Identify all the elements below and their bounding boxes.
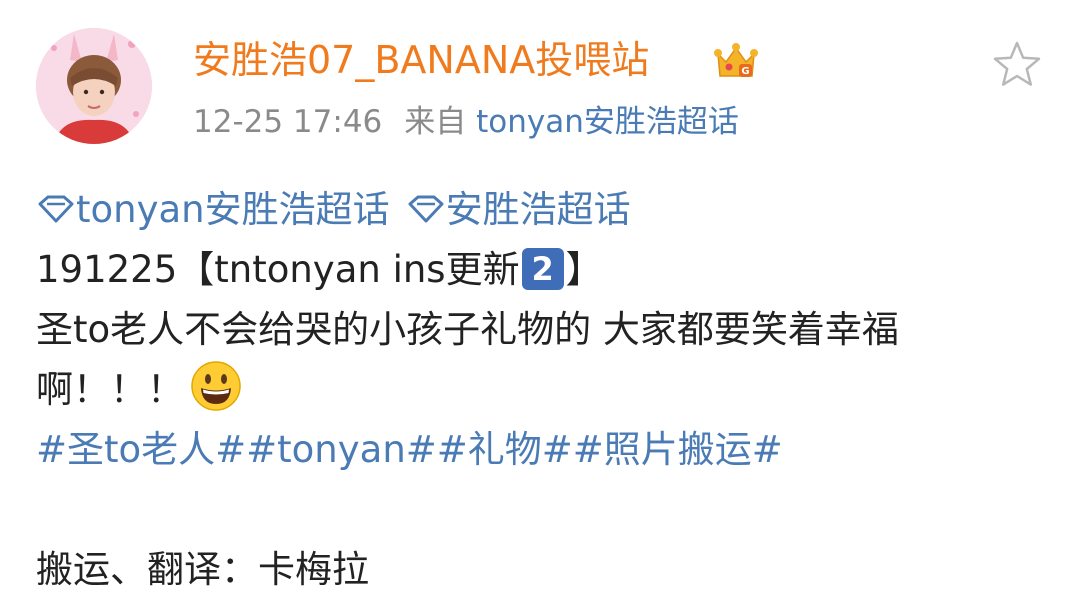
post-line-1: 191225【tntonyan ins更新 2】 [36, 240, 1046, 300]
avatar[interactable] [36, 28, 152, 144]
hashtag-line: #圣to老人##tonyan##礼物##照片搬运# [36, 420, 1046, 480]
post-line-2: 圣to老人不会给哭的小孩子礼物的 大家都要笑着幸福 [36, 300, 1046, 360]
topic-link[interactable]: 安胜浩超话 [406, 188, 631, 231]
grinning-face-icon [191, 361, 241, 411]
post-text: 191225【tntonyan ins更新 [36, 248, 520, 291]
crown-badge-icon: G [714, 43, 758, 77]
post-text: 啊！！！ [36, 368, 184, 411]
credit-line: 搬运、翻译：卡梅拉 [36, 540, 1046, 600]
hashtag-link[interactable]: #圣to老人# [36, 428, 246, 471]
star-outline-icon[interactable] [990, 38, 1044, 92]
post-content: tonyan安胜浩超话 安胜浩超话 191225【tntonyan ins更新 2】… [36, 180, 1046, 600]
hashtag-link[interactable]: #tonyan# [246, 428, 437, 471]
post-timestamp: 12-25 17:46 [193, 104, 383, 140]
post-meta: 12-25 17:46 来自 tonyan安胜浩超话 [193, 100, 739, 144]
author-name[interactable]: 安胜浩07_BANANA投喂站 [193, 36, 649, 84]
source-prefix: 来自 [404, 104, 467, 140]
topic-label: 安胜浩超话 [445, 188, 631, 231]
post-text: 圣to老人不会给哭的小孩子礼物的 大家都要笑着幸福 [36, 308, 899, 351]
number-badge: 2 [521, 248, 564, 290]
post-line-3: 啊！！！ [36, 360, 1046, 420]
topic-label: tonyan安胜浩超话 [76, 188, 390, 231]
diamond-icon [408, 195, 444, 223]
diamond-icon [38, 195, 74, 223]
post-text: 】 [565, 248, 603, 291]
source-link[interactable]: tonyan安胜浩超话 [476, 104, 739, 140]
topic-line: tonyan安胜浩超话 安胜浩超话 [36, 180, 1046, 240]
hashtag-link[interactable]: #礼物# [437, 428, 573, 471]
hashtag-link[interactable]: #照片搬运# [573, 428, 783, 471]
topic-link[interactable]: tonyan安胜浩超话 [36, 188, 390, 231]
svg-text:G: G [741, 66, 749, 77]
credit-text: 搬运、翻译：卡梅拉 [36, 548, 369, 591]
